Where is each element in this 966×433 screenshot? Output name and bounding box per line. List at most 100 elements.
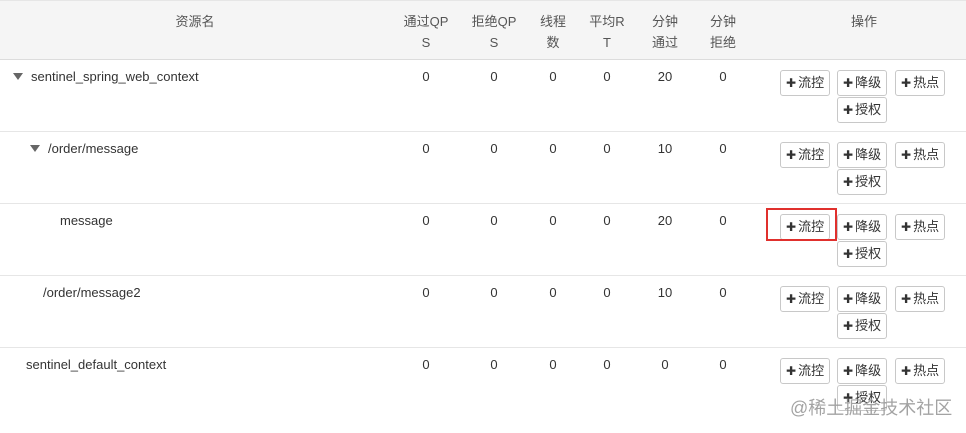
plus-icon: ✚ [843,148,854,162]
button-label: 热点 [913,147,940,162]
hotspot-button[interactable]: ✚ 热点 [895,70,946,96]
plus-icon: ✚ [786,148,797,162]
col-resource-name: 资源名 [175,14,215,29]
threads-value: 0 [549,357,557,372]
col-minute-block: 分钟 拒绝 [709,14,736,50]
degrade-button[interactable]: ✚ 降级 [837,286,888,312]
hotspot-button[interactable]: ✚ 热点 [895,142,946,168]
threads-value: 0 [549,141,557,156]
plus-icon: ✚ [901,220,912,234]
block-qps-value: 0 [490,213,498,228]
minute-block-value: 0 [719,357,727,372]
button-label: 热点 [913,291,940,306]
resource-name-cell: sentinel_spring_web_context [13,69,199,84]
avg-rt-value: 0 [603,357,611,372]
table-row: message 0 0 0 0 20 0 ✚ 流控 ✚ 降级 ✚ 热点 ✚ 授权 [0,204,966,276]
threads-value: 0 [549,285,557,300]
authority-button[interactable]: ✚ 授权 [837,169,888,195]
plus-icon: ✚ [901,76,912,90]
minute-pass-value: 20 [657,213,673,228]
minute-pass-value: 10 [657,141,673,156]
plus-icon: ✚ [786,220,797,234]
pass-qps-value: 0 [422,69,430,84]
table-row: /order/message2 0 0 0 0 10 0 ✚ 流控 ✚ 降级 ✚ 热点… [0,276,966,348]
authority-button[interactable]: ✚ 授权 [837,313,888,339]
flow-control-button[interactable]: ✚ 流控 [780,214,831,240]
button-label: 流控 [798,147,825,162]
button-label: 流控 [798,219,825,234]
button-label: 授权 [855,174,882,189]
minute-pass-value: 20 [657,69,673,84]
resource-name: sentinel_spring_web_context [31,69,199,84]
avg-rt-value: 0 [603,285,611,300]
plus-icon: ✚ [843,175,854,189]
button-label: 流控 [798,75,825,90]
plus-icon: ✚ [786,292,797,306]
pass-qps-value: 0 [422,141,430,156]
resource-name: /order/message2 [43,285,141,300]
watermark: @稀土掘金技术社区 [790,398,953,418]
hotspot-button[interactable]: ✚ 热点 [895,286,946,312]
minute-block-value: 0 [719,213,727,228]
col-avg-rt: 平均R T [589,14,625,50]
plus-icon: ✚ [843,292,854,306]
minute-pass-value: 10 [657,285,673,300]
table-header: 资源名 通过QP S 拒绝QP S 线程数 平均R T 分钟 通过 分钟 拒绝 操作 [0,0,966,60]
button-label: 授权 [855,246,882,261]
table-row: sentinel_spring_web_context 0 0 0 0 20 0… [0,60,966,132]
table-row: /order/message 0 0 0 0 10 0 ✚ 流控 ✚ 降级 ✚ 热点 … [0,132,966,204]
resource-name-cell: /order/message2 [43,285,141,300]
resource-name: message [60,213,113,228]
col-pass-qps: 通过QP S [403,14,449,50]
pass-qps-value: 0 [422,285,430,300]
degrade-button[interactable]: ✚ 降级 [837,70,888,96]
plus-icon: ✚ [901,292,912,306]
flow-control-button[interactable]: ✚ 流控 [780,142,831,168]
button-label: 热点 [913,363,940,378]
button-label: 热点 [913,75,940,90]
minute-block-value: 0 [719,141,727,156]
hotspot-button[interactable]: ✚ 热点 [895,214,946,240]
plus-icon: ✚ [901,148,912,162]
hotspot-button[interactable]: ✚ 热点 [895,358,946,384]
minute-block-value: 0 [719,285,727,300]
authority-button[interactable]: ✚ 授权 [837,241,888,267]
flow-control-button[interactable]: ✚ 流控 [780,358,831,384]
plus-icon: ✚ [843,76,854,90]
pass-qps-value: 0 [422,357,430,372]
resource-name-cell: sentinel_default_context [26,357,166,372]
table-row: sentinel_default_context 0 0 0 0 0 0 ✚ 流控… [0,348,966,433]
col-block-qps: 拒绝QP S [471,14,517,50]
pass-qps-value: 0 [422,213,430,228]
threads-value: 0 [549,69,557,84]
button-label: 流控 [798,291,825,306]
degrade-button[interactable]: ✚ 降级 [837,214,888,240]
resource-table: 资源名 通过QP S 拒绝QP S 线程数 平均R T 分钟 通过 分钟 拒绝 操作 se… [0,0,966,433]
button-label: 降级 [855,219,882,234]
block-qps-value: 0 [490,141,498,156]
plus-icon: ✚ [843,247,854,261]
expand-triangle-icon[interactable] [13,73,23,81]
resource-name-cell: /order/message [30,141,138,156]
avg-rt-value: 0 [603,69,611,84]
button-label: 降级 [855,147,882,162]
expand-triangle-icon[interactable] [30,145,40,153]
plus-icon: ✚ [901,364,912,378]
plus-icon: ✚ [786,76,797,90]
minute-block-value: 0 [719,69,727,84]
degrade-button[interactable]: ✚ 降级 [837,358,888,384]
flow-control-button[interactable]: ✚ 流控 [780,70,831,96]
plus-icon: ✚ [786,364,797,378]
authority-button[interactable]: ✚ 授权 [837,97,888,123]
button-label: 热点 [913,219,940,234]
degrade-button[interactable]: ✚ 降级 [837,142,888,168]
button-label: 授权 [855,102,882,117]
button-label: 降级 [855,291,882,306]
plus-icon: ✚ [843,364,854,378]
button-label: 降级 [855,75,882,90]
button-label: 降级 [855,363,882,378]
flow-control-button[interactable]: ✚ 流控 [780,286,831,312]
button-label: 流控 [798,363,825,378]
col-minute-pass: 分钟 通过 [651,14,678,50]
resource-name: sentinel_default_context [26,357,167,372]
